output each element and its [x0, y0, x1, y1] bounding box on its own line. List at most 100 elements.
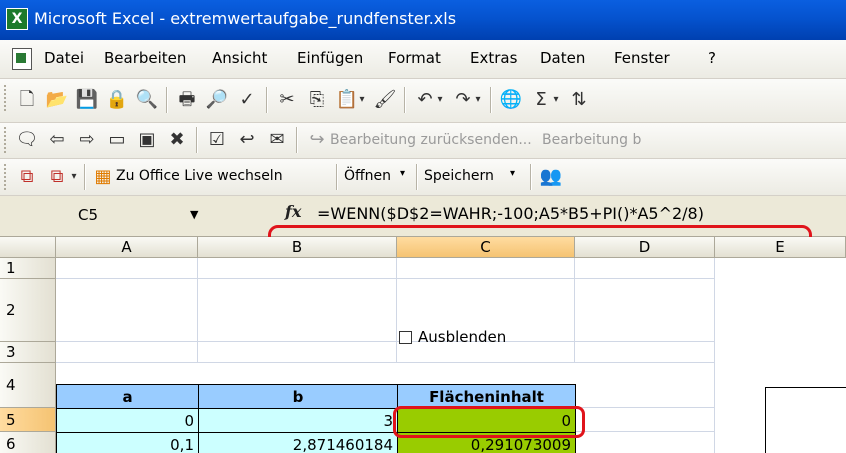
separator	[404, 87, 406, 113]
hyperlink-icon[interactable]: 🌐	[498, 87, 524, 113]
office-live-toolbar: ⧉ ⧉ ▾ ▦ Zu Office Live wechseln Öffnen ▾…	[0, 159, 846, 196]
cell-d5[interactable]	[575, 408, 715, 432]
cell-b3[interactable]	[198, 342, 397, 363]
column-header-a[interactable]: A	[56, 237, 198, 258]
reply-icon[interactable]: ↩	[234, 127, 260, 153]
cell-b5[interactable]: 3	[198, 408, 398, 433]
cell-a3[interactable]	[56, 342, 198, 363]
cell-b2[interactable]	[198, 279, 397, 342]
delete-comment-icon[interactable]: ✖	[164, 127, 190, 153]
row-header-3[interactable]: 3	[0, 342, 56, 363]
send-back-icon: ↪	[309, 129, 325, 150]
formula-input[interactable]: =WENN($D$2=WAHR;-100;A5*B5+PI()*A5^2/8)	[317, 204, 704, 223]
research-icon[interactable]: 🔍	[134, 87, 160, 113]
new-comment-icon[interactable]: 🗨	[14, 127, 40, 153]
chevron-down-icon[interactable]: ▾	[356, 87, 368, 113]
cell-c1[interactable]	[397, 258, 575, 279]
window-title: Microsoft Excel - extremwertaufgabe_rund…	[34, 9, 457, 28]
separator	[84, 164, 86, 190]
menu-einfuegen[interactable]: Einfügen	[297, 49, 363, 67]
mail-recipient-icon[interactable]: ✉	[264, 127, 290, 153]
workbook-icon[interactable]	[12, 48, 32, 70]
permission-icon[interactable]: 🔒	[104, 87, 130, 113]
excel-app-icon[interactable]: X	[6, 8, 28, 30]
insert-function-icon[interactable]: fx	[285, 202, 301, 221]
cell-d3[interactable]	[575, 342, 715, 363]
menu-datei[interactable]: Datei	[44, 49, 84, 67]
name-box[interactable]: C5 ▼	[4, 202, 204, 228]
menu-fenster[interactable]: Fenster	[614, 49, 670, 67]
cell-d6[interactable]	[575, 432, 715, 453]
row-header-6[interactable]: 6	[0, 432, 56, 453]
cell-a1[interactable]	[56, 258, 198, 279]
chevron-down-icon[interactable]: ▾	[472, 87, 484, 113]
open-folder-icon[interactable]: 📂	[44, 87, 70, 113]
spellcheck-icon[interactable]: ✓	[234, 87, 260, 113]
toolbar-grip[interactable]	[4, 85, 10, 111]
show-comment-icon[interactable]: ▭	[104, 127, 130, 153]
print-preview-icon[interactable]: 🔎	[204, 87, 230, 113]
pdf-settings-icon[interactable]: ⧉	[44, 164, 70, 190]
separator	[196, 127, 198, 153]
pdf-icon[interactable]: ⧉	[14, 164, 40, 190]
menu-ansicht[interactable]: Ansicht	[212, 49, 267, 67]
print-icon[interactable]: 🖶	[174, 87, 200, 113]
next-comment-icon[interactable]: ⇨	[74, 127, 100, 153]
column-header-d[interactable]: D	[575, 237, 715, 258]
chevron-down-icon[interactable]: ▾	[68, 164, 80, 190]
cell-d1[interactable]	[575, 258, 715, 279]
row-header-1[interactable]: 1	[0, 258, 56, 279]
chevron-down-icon[interactable]: ▾	[510, 168, 515, 179]
cell-b6[interactable]: 2,871460184	[198, 432, 398, 453]
menu-help[interactable]: ?	[708, 49, 716, 67]
row-header-2[interactable]: 2	[0, 279, 56, 342]
menu-daten[interactable]: Daten	[540, 49, 585, 67]
new-document-icon[interactable]: 🗋	[14, 87, 40, 113]
drawing-shape[interactable]	[765, 387, 846, 453]
cell-a6[interactable]: 0,1	[56, 432, 199, 453]
reviewing-toolbar: 🗨 ⇦ ⇨ ▭ ▣ ✖ ☑ ↩ ✉ ↪ Bearbeitung zurückse…	[0, 123, 846, 159]
save-icon[interactable]: 💾	[74, 87, 100, 113]
cell-b1[interactable]	[198, 258, 397, 279]
checkbox-label: Ausblenden	[418, 328, 507, 346]
excel-window: X Microsoft Excel - extremwertaufgabe_ru…	[0, 0, 846, 453]
column-header-e[interactable]: E	[715, 237, 846, 258]
menu-extras[interactable]: Extras	[470, 49, 517, 67]
toolbar-grip[interactable]	[4, 127, 10, 153]
format-painter-icon[interactable]: 🖌	[372, 87, 398, 113]
track-changes-icon[interactable]: ☑	[204, 127, 230, 153]
show-all-comments-icon[interactable]: ▣	[134, 127, 160, 153]
cell-d2[interactable]	[575, 279, 715, 342]
copy-icon[interactable]: ⎘	[304, 87, 330, 113]
cell-a5[interactable]: 0	[56, 408, 199, 433]
sort-ascending-icon[interactable]: ⇅	[566, 87, 592, 113]
office-live-icon: ▦	[94, 166, 112, 187]
separator	[166, 87, 168, 113]
header-a[interactable]: a	[56, 384, 199, 409]
chevron-down-icon[interactable]: ▼	[190, 208, 198, 221]
cell-d4[interactable]	[575, 363, 715, 408]
menu-format[interactable]: Format	[388, 49, 441, 67]
separator	[530, 164, 532, 190]
cut-icon[interactable]: ✂	[274, 87, 300, 113]
chevron-down-icon[interactable]: ▾	[550, 87, 562, 113]
hide-checkbox[interactable]: Ausblenden	[399, 328, 506, 346]
chevron-down-icon[interactable]: ▾	[400, 168, 405, 179]
cell-a2[interactable]	[56, 279, 198, 342]
open-button[interactable]: Öffnen	[344, 168, 391, 184]
previous-comment-icon[interactable]: ⇦	[44, 127, 70, 153]
row-header-5[interactable]: 5	[0, 408, 56, 432]
column-header-b[interactable]: B	[198, 237, 397, 258]
share-icon[interactable]: 👥	[538, 164, 564, 190]
header-b[interactable]: b	[198, 384, 398, 409]
column-header-c[interactable]: C	[397, 237, 575, 258]
switch-office-live-button[interactable]: Zu Office Live wechseln	[116, 168, 283, 184]
save-button[interactable]: Speichern	[424, 168, 494, 184]
chevron-down-icon[interactable]: ▾	[434, 87, 446, 113]
checkbox-square[interactable]	[399, 331, 412, 344]
toolbar-grip[interactable]	[4, 164, 10, 190]
menu-bearbeiten[interactable]: Bearbeiten	[104, 49, 186, 67]
row-header-4[interactable]: 4	[0, 363, 56, 408]
worksheet-grid: A B C D E 1 2 3 4 5 6 Ausblenden a b Flä…	[0, 237, 846, 453]
select-all-corner[interactable]	[0, 237, 56, 258]
